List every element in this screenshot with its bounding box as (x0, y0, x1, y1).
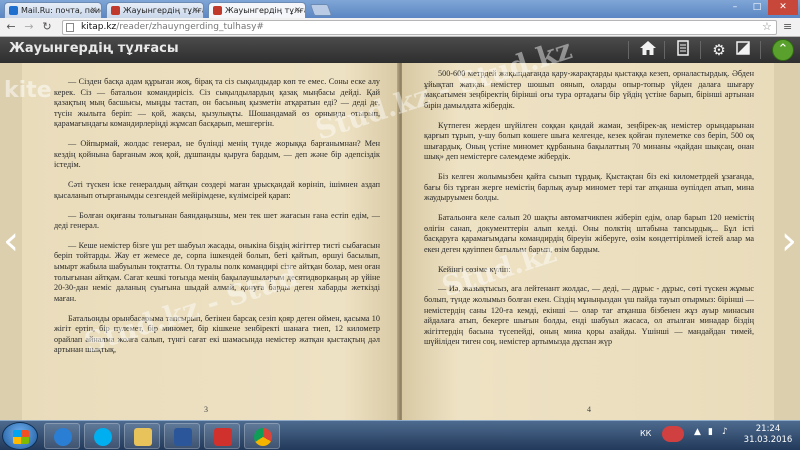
url-host: kitap.kz (81, 22, 117, 32)
start-button[interactable] (2, 422, 38, 450)
clock-time: 21:24 (755, 424, 781, 434)
paragraph: Сәті түскен іске генералдың айтқан сөзде… (54, 180, 380, 200)
browser-tab-strip: Mail.Ru: почта, поиск × Жауынгердің тұлғ… (0, 0, 800, 18)
clock-date: 31.03.2016 (743, 435, 793, 445)
explorer-icon (134, 428, 152, 446)
close-window-button[interactable]: ✕ (768, 0, 798, 15)
home-icon[interactable] (638, 40, 658, 60)
bookmark-star-icon[interactable]: ☆ (762, 20, 772, 33)
back-icon[interactable]: ← (4, 20, 18, 34)
acrobat-icon (214, 428, 232, 446)
cloud-icon[interactable] (662, 426, 684, 442)
system-clock[interactable]: 21:24 31.03.2016 (740, 424, 796, 446)
divider (700, 41, 701, 59)
tab-mail[interactable]: Mail.Ru: почта, поиск × (4, 2, 102, 18)
chrome-icon (254, 428, 272, 446)
tab-reader-1[interactable]: Жауынгердің тұлғасы × (106, 2, 204, 18)
taskbar-app[interactable] (164, 423, 200, 449)
browser-menu-icon[interactable]: ≡ (783, 20, 792, 33)
forward-icon[interactable]: → (22, 20, 36, 34)
url-path: /reader/zhauyngerding_tulhasy# (116, 22, 264, 32)
paragraph: Күтпеген жерден шүйілген соққан қандай ж… (424, 120, 754, 162)
right-page: 500-600 метрдей жақындағанда қару-жарақт… (402, 63, 774, 420)
divider (628, 41, 629, 59)
reload-icon[interactable]: ↻ (40, 20, 54, 34)
close-icon[interactable]: × (90, 5, 97, 14)
taskbar: КК ▲ ▮ ♪ 21:24 31.03.2016 (0, 420, 800, 450)
kite-logo: kite (4, 78, 52, 103)
network-icon[interactable]: ▮ (708, 427, 713, 437)
divider (760, 41, 761, 59)
paragraph: — Ойпырмай, жолдас генерал, не бүлінді м… (54, 139, 380, 170)
windows-logo-icon (13, 430, 29, 444)
word-icon (174, 428, 192, 446)
language-indicator[interactable]: КК (640, 429, 651, 438)
book-favicon-icon (213, 6, 222, 15)
close-icon[interactable]: × (192, 5, 199, 14)
taskbar-app[interactable] (44, 423, 80, 449)
book-title: Жауынгердің тұлғасы (9, 41, 179, 56)
tab-reader-2[interactable]: Жауынгердің тұлғасы × (208, 2, 306, 18)
right-page-text: 500-600 метрдей жақындағанда қару-жарақт… (424, 69, 754, 357)
paragraph: Батальонға келе салып 20 шақты автоматчи… (424, 213, 754, 254)
mail-favicon-icon (9, 6, 18, 15)
contents-icon[interactable] (673, 40, 693, 60)
page-number: 4 (587, 405, 591, 414)
contrast-icon[interactable] (733, 40, 753, 60)
scroll-up-icon[interactable]: ⌃ (772, 39, 794, 61)
close-icon[interactable]: × (294, 5, 301, 14)
screen: Mail.Ru: почта, поиск × Жауынгердің тұлғ… (0, 0, 800, 450)
page-number: 3 (204, 405, 208, 414)
book-view: — Сізден басқа адам құрыған жоқ, бірақ т… (0, 32, 800, 420)
volume-icon[interactable]: ♪ (722, 427, 728, 437)
taskbar-app[interactable] (124, 423, 160, 449)
divider (664, 41, 665, 59)
book-favicon-icon (111, 6, 120, 15)
next-page-arrow-icon[interactable]: › (778, 213, 800, 273)
browser-toolbar: ← → ↻ kitap.kz/reader/zhauyngerding_tulh… (0, 18, 800, 37)
taskbar-app[interactable] (244, 423, 280, 449)
minimize-button[interactable]: – (724, 0, 746, 15)
prev-page-arrow-icon[interactable]: ‹ (0, 213, 22, 273)
page-icon (66, 23, 74, 32)
maximize-button[interactable]: □ (746, 0, 768, 15)
address-bar[interactable]: kitap.kz/reader/zhauyngerding_tulhasy# (62, 20, 777, 35)
tray-arrow-icon[interactable]: ▲ (694, 427, 701, 437)
settings-icon[interactable]: ⚙ (709, 40, 729, 60)
skype-icon (94, 428, 112, 446)
taskbar-app[interactable] (84, 423, 120, 449)
paragraph: Біз келген жолымызбен қайта сызып тұрдық… (424, 172, 754, 203)
reader-header: Жауынгердің тұлғасы ⚙ ⌃ (0, 37, 800, 63)
taskbar-app[interactable] (204, 423, 240, 449)
ie-icon (54, 428, 72, 446)
new-tab-button[interactable] (309, 4, 333, 16)
paragraph: — Болған оқиғаны толығынан баяндаңызшы, … (54, 210, 380, 231)
